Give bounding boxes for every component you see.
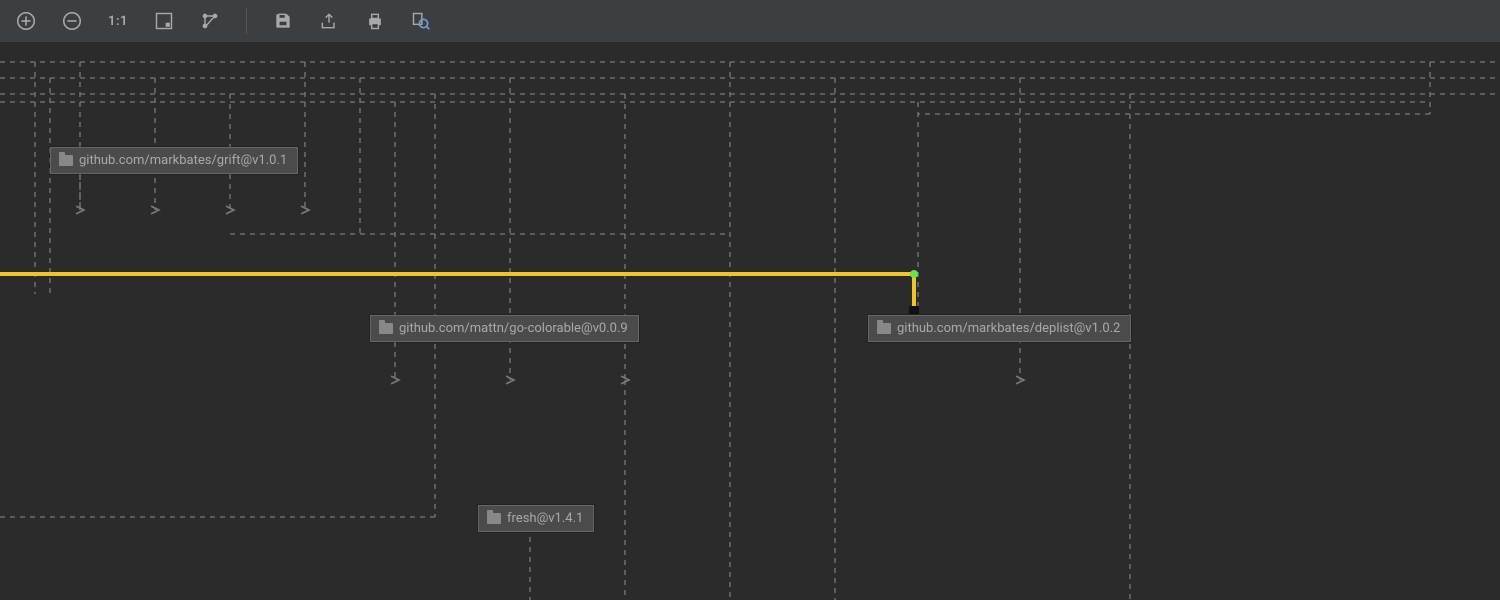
edges-layer bbox=[0, 42, 1500, 600]
folder-icon bbox=[379, 323, 393, 334]
zoom-out-button[interactable] bbox=[60, 9, 84, 33]
folder-icon bbox=[877, 323, 891, 334]
diagram-canvas[interactable]: github.com/markbates/grift@v1.0.1 github… bbox=[0, 42, 1500, 600]
node-grift[interactable]: github.com/markbates/grift@v1.0.1 bbox=[50, 147, 298, 174]
print-button[interactable] bbox=[363, 9, 387, 33]
node-label: fresh@v1.4.1 bbox=[507, 511, 583, 526]
node-label: github.com/mattn/go-colorable@v0.0.9 bbox=[399, 321, 628, 336]
actual-size-button[interactable]: 1:1 bbox=[106, 9, 130, 33]
folder-icon bbox=[59, 155, 73, 166]
folder-icon bbox=[487, 513, 501, 524]
node-deplist[interactable]: github.com/markbates/deplist@v1.0.2 bbox=[868, 315, 1131, 342]
search-button[interactable] bbox=[409, 9, 433, 33]
toolbar-separator bbox=[246, 8, 247, 34]
zoom-in-button[interactable] bbox=[14, 9, 38, 33]
actual-size-label: 1:1 bbox=[108, 14, 128, 29]
save-button[interactable] bbox=[271, 9, 295, 33]
node-fresh[interactable]: fresh@v1.4.1 bbox=[478, 505, 594, 532]
export-button[interactable] bbox=[317, 9, 341, 33]
node-go-colorable[interactable]: github.com/mattn/go-colorable@v0.0.9 bbox=[370, 315, 639, 342]
node-label: github.com/markbates/deplist@v1.0.2 bbox=[897, 321, 1120, 336]
layout-button[interactable] bbox=[198, 9, 222, 33]
fit-content-button[interactable] bbox=[152, 9, 176, 33]
node-label: github.com/markbates/grift@v1.0.1 bbox=[79, 153, 287, 168]
toolbar: 1:1 bbox=[0, 0, 1500, 42]
